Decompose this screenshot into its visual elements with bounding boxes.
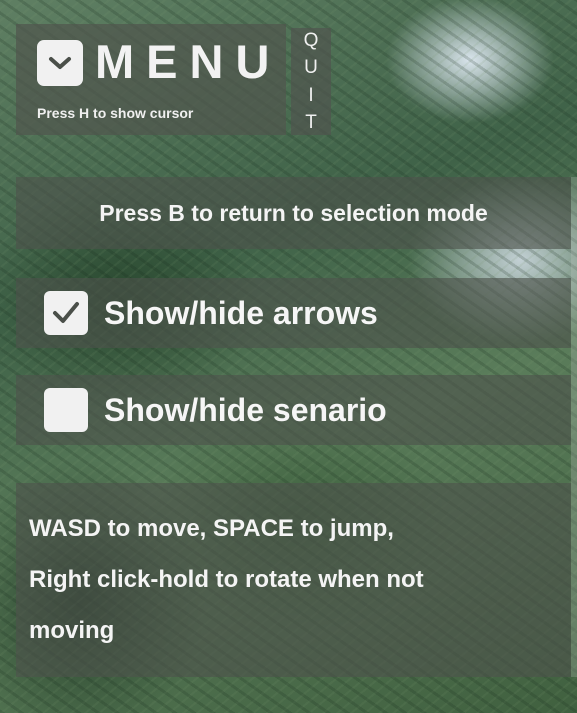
senario-toggle-label: Show/hide senario xyxy=(104,391,387,428)
checkmark-icon xyxy=(53,302,79,323)
toggle-arrows-row[interactable]: Show/hide arrows xyxy=(16,278,571,348)
controls-help-text: WASD to move, SPACE to jump, Right click… xyxy=(29,503,559,656)
scrollbar[interactable] xyxy=(571,177,577,677)
quit-button[interactable]: Q U I T xyxy=(291,28,331,135)
toggle-senario-row[interactable]: Show/hide senario xyxy=(16,375,571,445)
help-line: moving xyxy=(29,617,115,644)
help-line: WASD to move, SPACE to jump, xyxy=(29,515,394,542)
quit-letter: T xyxy=(305,111,317,133)
menu-title: MENU xyxy=(95,35,282,88)
arrows-toggle-label: Show/hide arrows xyxy=(104,294,378,331)
quit-letter: Q xyxy=(303,30,319,51)
arrows-checkbox[interactable] xyxy=(44,291,88,335)
quit-letter: U xyxy=(304,57,318,79)
menu-toggle-button[interactable] xyxy=(37,40,83,86)
chevron-down-icon xyxy=(49,57,71,69)
show-cursor-hint: Press H to show cursor xyxy=(37,105,194,121)
return-hint-text: Press B to return to selection mode xyxy=(99,199,488,226)
senario-checkbox[interactable] xyxy=(44,388,88,432)
quit-letter: I xyxy=(308,84,314,106)
help-line: Right click-hold to rotate when not xyxy=(29,566,424,593)
